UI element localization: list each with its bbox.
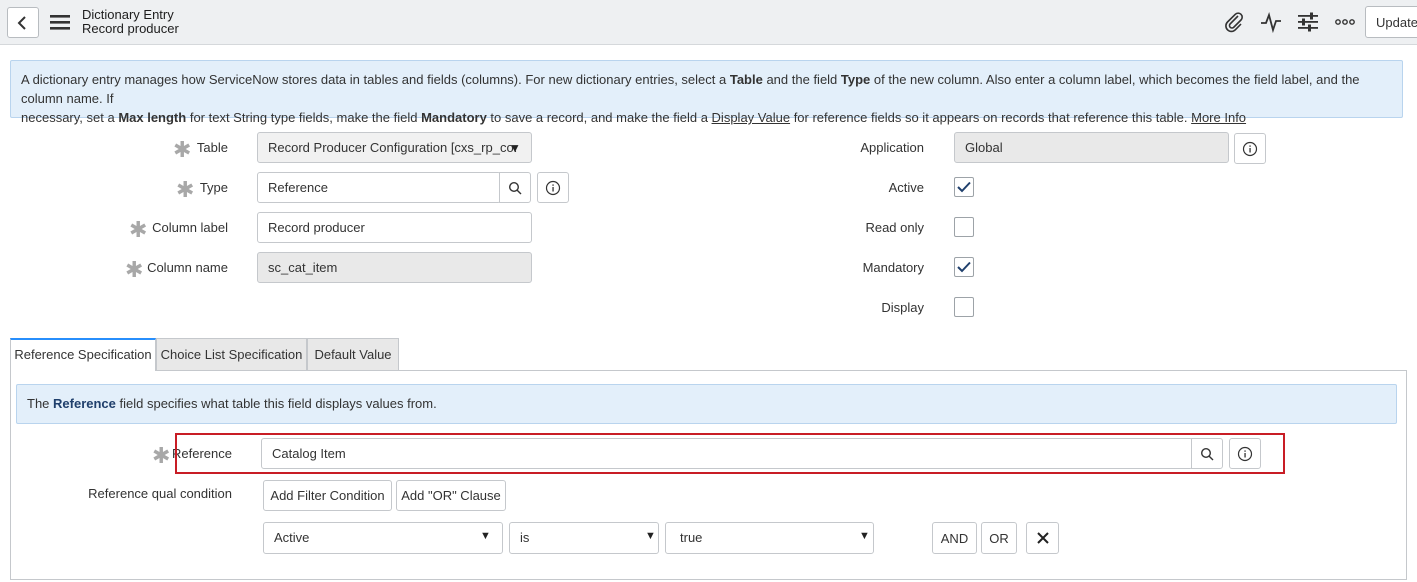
activity-icon[interactable] <box>1259 10 1283 34</box>
banner-text: necessary, set a <box>21 110 119 125</box>
checkmark-icon <box>957 181 971 193</box>
mandatory-label: Mandatory <box>862 260 924 275</box>
active-label: Active <box>888 180 924 195</box>
back-icon <box>17 15 26 30</box>
column-label-label: Column label <box>152 220 228 235</box>
dropdown-arrow-icon: ▼ <box>480 530 491 542</box>
more-info-link[interactable]: More Info <box>1191 110 1246 125</box>
active-checkbox[interactable] <box>954 177 974 197</box>
table-select-value: Record Producer Configuration [cxs_rp_co… <box>268 140 518 155</box>
application-info-button[interactable] <box>1234 133 1266 164</box>
remove-condition-button[interactable] <box>1026 522 1059 554</box>
and-condition-button[interactable]: AND <box>932 522 977 554</box>
display-label: Display <box>881 300 924 315</box>
table-label: Table <box>196 140 228 155</box>
application-input: Global <box>954 132 1229 163</box>
banner-text: and the field <box>762 72 841 87</box>
banner-text: to save a record, and make the field a <box>486 110 712 125</box>
banner-bold-table: Table <box>729 72 763 87</box>
or-condition-button[interactable]: OR <box>981 522 1017 554</box>
banner-bold-type: Type <box>840 72 871 87</box>
banner-text: for reference fields so it appears on re… <box>790 110 1192 125</box>
form-header: Dictionary Entry Record producer Update <box>0 0 1417 45</box>
back-button[interactable] <box>7 7 39 38</box>
dropdown-arrow-icon: ▼ <box>645 530 656 542</box>
record-type-title: Dictionary Entry <box>82 7 174 22</box>
mandatory-checkbox[interactable] <box>954 257 974 277</box>
column-label-input[interactable]: Record producer <box>257 212 532 243</box>
type-lookup-button[interactable] <box>499 172 531 203</box>
checkmark-icon <box>957 261 971 273</box>
info-icon <box>545 180 561 195</box>
dropdown-arrow-icon: ▼ <box>859 530 870 542</box>
add-filter-condition-button[interactable]: Add Filter Condition <box>263 480 392 511</box>
type-input[interactable]: Reference <box>257 172 501 203</box>
annotation-highlight-box <box>175 433 1285 474</box>
banner-text: A dictionary entry manages how ServiceNo… <box>21 72 730 87</box>
banner-text: The <box>27 396 54 411</box>
settings-sliders-icon[interactable] <box>1296 10 1320 34</box>
banner-text: for text String type fields, make the fi… <box>186 110 422 125</box>
column-name-label: Column name <box>147 260 228 275</box>
dropdown-arrow-icon: ▼ <box>509 141 521 155</box>
condition-value-select[interactable]: true <box>665 522 874 554</box>
close-icon <box>1036 532 1049 544</box>
display-value-link[interactable]: Display Value <box>712 110 791 125</box>
record-display-name: Record producer <box>82 21 179 36</box>
tab-choice-list-specification[interactable]: Choice List Specification <box>156 338 307 370</box>
attachment-icon[interactable] <box>1222 10 1246 34</box>
tab-reference-specification[interactable]: Reference Specification <box>10 338 156 371</box>
read-only-checkbox[interactable] <box>954 217 974 237</box>
table-select[interactable]: Record Producer Configuration [cxs_rp_co… <box>257 132 532 163</box>
info-banner: A dictionary entry manages how ServiceNo… <box>10 60 1403 125</box>
search-icon <box>508 181 522 194</box>
type-label: Type <box>199 180 228 195</box>
condition-field-select[interactable]: Active <box>263 522 503 554</box>
reference-qual-label: Reference qual condition <box>88 486 232 501</box>
reference-info-banner: The Reference field specifies what table… <box>16 384 1397 424</box>
tab-default-value[interactable]: Default Value <box>307 338 399 370</box>
banner-bold-max-length: Max length <box>118 110 187 125</box>
read-only-label: Read only <box>865 220 924 235</box>
column-name-input: sc_cat_item <box>257 252 532 283</box>
banner-text: field specifies what table this field di… <box>115 396 437 411</box>
banner-bold-reference: Reference <box>53 396 116 411</box>
application-label: Application <box>860 140 924 155</box>
condition-operator-select[interactable]: is <box>509 522 659 554</box>
more-options-icon[interactable] <box>1333 10 1357 34</box>
add-or-clause-button[interactable]: Add "OR" Clause <box>396 480 506 511</box>
info-icon <box>1242 141 1258 156</box>
display-checkbox[interactable] <box>954 297 974 317</box>
banner-bold-mandatory: Mandatory <box>421 110 487 125</box>
type-info-button[interactable] <box>537 172 569 203</box>
update-button[interactable]: Update <box>1365 6 1417 38</box>
menu-icon[interactable] <box>50 12 70 32</box>
